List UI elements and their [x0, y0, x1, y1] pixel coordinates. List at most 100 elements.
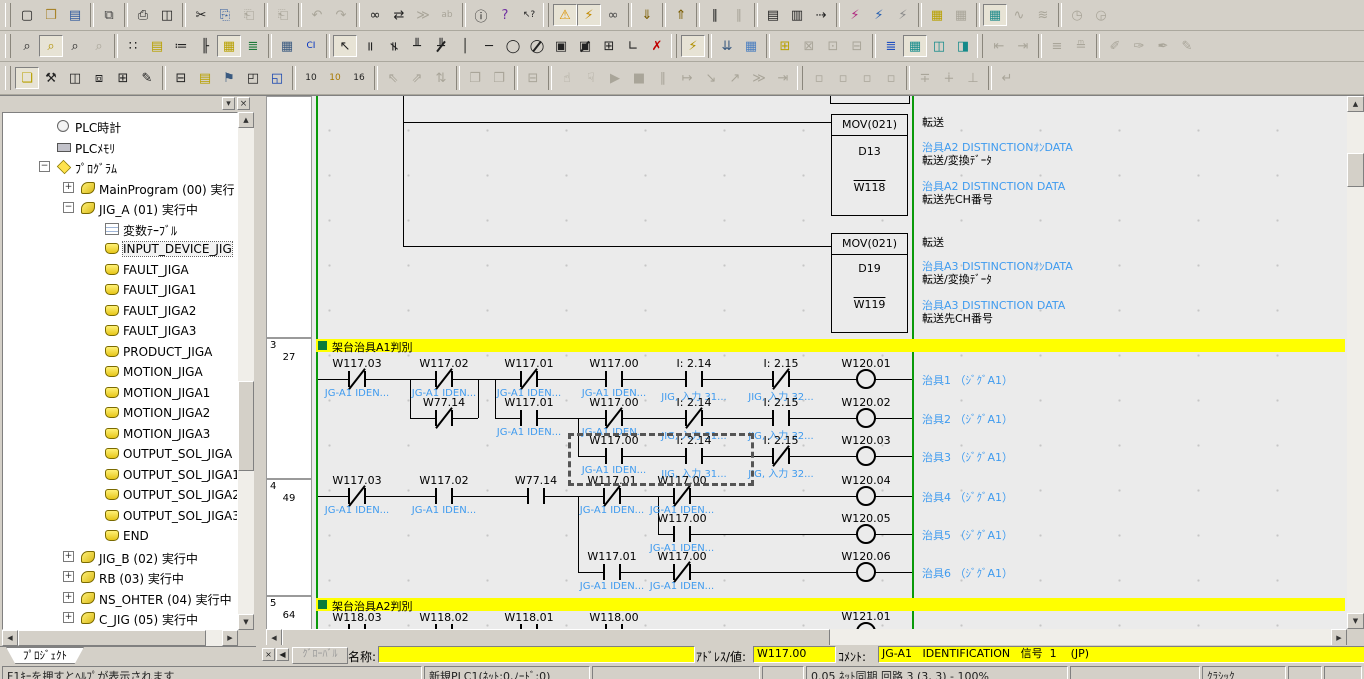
tree-item-var-table[interactable]: 変数ﾃｰﾌﾞﾙ: [3, 219, 238, 239]
tree-hscroll-thumb[interactable]: [18, 630, 206, 646]
window-search-icon[interactable]: ⧈: [87, 67, 111, 89]
instruction-new-icon[interactable]: ⊞: [597, 35, 621, 57]
find-address-icon[interactable]: ≫: [411, 4, 435, 26]
ladder-scroll-down-icon[interactable]: ▼: [1347, 613, 1364, 629]
vertical-line-icon[interactable]: │: [453, 35, 477, 57]
toolbar-grip[interactable]: [5, 3, 11, 27]
io-table-icon[interactable]: ◨: [951, 35, 975, 57]
tree-scroll-down-icon[interactable]: ▼: [238, 614, 254, 630]
ladder-scroll-left-icon[interactable]: ◀: [266, 629, 282, 646]
contact-or-no-icon[interactable]: ╨: [405, 35, 429, 57]
ladder-scroll-right-icon[interactable]: ▶: [1331, 629, 1347, 646]
coil-W120.03[interactable]: [856, 446, 876, 466]
ladder-hscroll-thumb[interactable]: [282, 629, 830, 646]
rung-margin-3[interactable]: 564: [266, 596, 312, 629]
monitor-bar-icon[interactable]: ╟: [193, 35, 217, 57]
force-hand-on-icon[interactable]: ☝: [555, 67, 579, 89]
contact-no-W117.01[interactable]: [603, 564, 621, 580]
ladder-vscroll-thumb[interactable]: [1347, 153, 1364, 187]
indent-right-icon[interactable]: ⇥: [1011, 35, 1035, 57]
help-icon[interactable]: ?: [493, 4, 517, 26]
contact-no-W117.02[interactable]: [435, 488, 453, 504]
pause-monitor-icon[interactable]: ∥: [703, 4, 727, 26]
horizontal-line-icon[interactable]: ─: [477, 35, 501, 57]
contact-nc-W117.01[interactable]: [603, 488, 621, 504]
tree-item-programs[interactable]: −ﾌﾟﾛｸﾞﾗﾑ: [3, 157, 238, 177]
coil-W120.01[interactable]: [856, 369, 876, 389]
view-decimal-icon[interactable]: 10: [299, 67, 323, 89]
toolbar-grip[interactable]: [671, 34, 677, 58]
time-chart-icon[interactable]: ≋: [1031, 4, 1055, 26]
compile-icon[interactable]: ⚒: [39, 67, 63, 89]
copy-icon[interactable]: ⎘: [213, 4, 237, 26]
replace-icon[interactable]: ⇄: [387, 4, 411, 26]
ladder-view-icon[interactable]: ▦: [217, 35, 241, 57]
window-new-icon[interactable]: ⊞: [111, 67, 135, 89]
tree-item-motion-jiga1[interactable]: MOTION_JIGA1: [3, 383, 238, 403]
mov-instruction-1[interactable]: MOV(021)D19W119: [831, 233, 908, 333]
find-icon[interactable]: ∞: [363, 4, 387, 26]
ladder-scroll-up-icon[interactable]: ▲: [1347, 96, 1364, 112]
compare-with-plc-icon[interactable]: ∞: [601, 4, 625, 26]
watch-window-icon[interactable]: ▦: [903, 35, 927, 57]
list-view-icon[interactable]: ≡: [1045, 35, 1069, 57]
tree-item-fault-jiga1[interactable]: FAULT_JIGA1: [3, 280, 238, 300]
differential-both-icon[interactable]: ⊥: [961, 67, 985, 89]
delete-rung-icon[interactable]: ⊠: [797, 35, 821, 57]
coil-W120.06[interactable]: [856, 562, 876, 582]
force-hand-off-icon[interactable]: ☟: [579, 67, 603, 89]
work-online-icon[interactable]: ⚠: [553, 4, 577, 26]
contact-nc-icon[interactable]: ≠: [381, 35, 405, 57]
indent-left-icon[interactable]: ⇤: [987, 35, 1011, 57]
rung-comment-icon[interactable]: ▤: [145, 35, 169, 57]
tree-item-fault-jiga3[interactable]: FAULT_JIGA3: [3, 321, 238, 341]
force-pen-toggle-icon[interactable]: ✒: [1151, 35, 1175, 57]
tree-item-output-sol-jiga[interactable]: OUTPUT_SOL_JIGA: [3, 444, 238, 464]
tree-vertical-scrollbar[interactable]: ▲ ▼: [238, 112, 254, 630]
contact-nc-I2.15[interactable]: [772, 448, 790, 464]
name-field[interactable]: [378, 646, 695, 663]
erase-element-icon[interactable]: ✗: [645, 35, 669, 57]
tree-scroll-up-icon[interactable]: ▲: [238, 112, 254, 128]
pane-toggle-icon[interactable]: ⊟: [521, 67, 545, 89]
breakpoints-enable-icon[interactable]: ▫: [855, 67, 879, 89]
tree-item-motion-jiga[interactable]: MOTION_JIGA: [3, 362, 238, 382]
program-check-icon[interactable]: ▤: [761, 4, 785, 26]
return-jump-icon[interactable]: ↵: [995, 67, 1019, 89]
tree-item-end[interactable]: END: [3, 526, 238, 546]
instruction-box-icon[interactable]: ▣: [549, 35, 573, 57]
coil-new-icon[interactable]: ◯: [501, 35, 525, 57]
select-mode-icon[interactable]: ↖: [333, 35, 357, 57]
force-pen-set-icon[interactable]: ✐: [1103, 35, 1127, 57]
tree-item-output-sol-jiga1[interactable]: OUTPUT_SOL_JIGA1: [3, 465, 238, 485]
tree-vscroll-thumb[interactable]: [238, 381, 254, 471]
contact-nc-W117.03[interactable]: [348, 488, 366, 504]
cross-ref-report-icon[interactable]: ⊟: [169, 67, 193, 89]
insert-rung-icon[interactable]: ⊞: [773, 35, 797, 57]
panel-menu-button[interactable]: ▾: [222, 97, 235, 110]
contact-no-I2.14[interactable]: [685, 371, 703, 387]
tree-scroll-right-icon[interactable]: ▶: [222, 630, 238, 646]
contact-no-W117.00[interactable]: [673, 526, 691, 542]
continue-run-icon[interactable]: ≫: [747, 67, 771, 89]
stop-icon[interactable]: ■: [627, 67, 651, 89]
goto-jump-icon[interactable]: ⇅: [429, 67, 453, 89]
monitor-icon[interactable]: ⚡: [577, 4, 601, 26]
contact-no-W117.01[interactable]: [520, 410, 538, 426]
output-window-icon[interactable]: ◰: [241, 67, 265, 89]
coil-closed-icon[interactable]: ◯: [525, 35, 549, 57]
send-changes-icon[interactable]: ⇢: [809, 4, 833, 26]
step-out-icon[interactable]: ↗: [723, 67, 747, 89]
contact-nc-W117.00[interactable]: [673, 564, 691, 580]
ladder-vertical-scrollbar[interactable]: ▲ ▼: [1347, 96, 1364, 629]
contact-nc-W77.14[interactable]: [435, 410, 453, 426]
mov-instruction-0[interactable]: MOV(021)D13W118: [831, 114, 908, 216]
view-hex-icon[interactable]: 16: [347, 67, 371, 89]
contact-no-W117.00[interactable]: [605, 448, 623, 464]
comment-field[interactable]: JG-A1 IDENTIFICATION 信号 1 (JP): [878, 646, 1364, 663]
toolbar-grip[interactable]: [977, 34, 983, 58]
tree-expand-programs-icon[interactable]: −: [39, 161, 50, 172]
tree-expand-c-jig-icon[interactable]: +: [63, 612, 74, 623]
cut-icon[interactable]: ✂: [189, 4, 213, 26]
window-monitor-icon[interactable]: ◫: [63, 67, 87, 89]
